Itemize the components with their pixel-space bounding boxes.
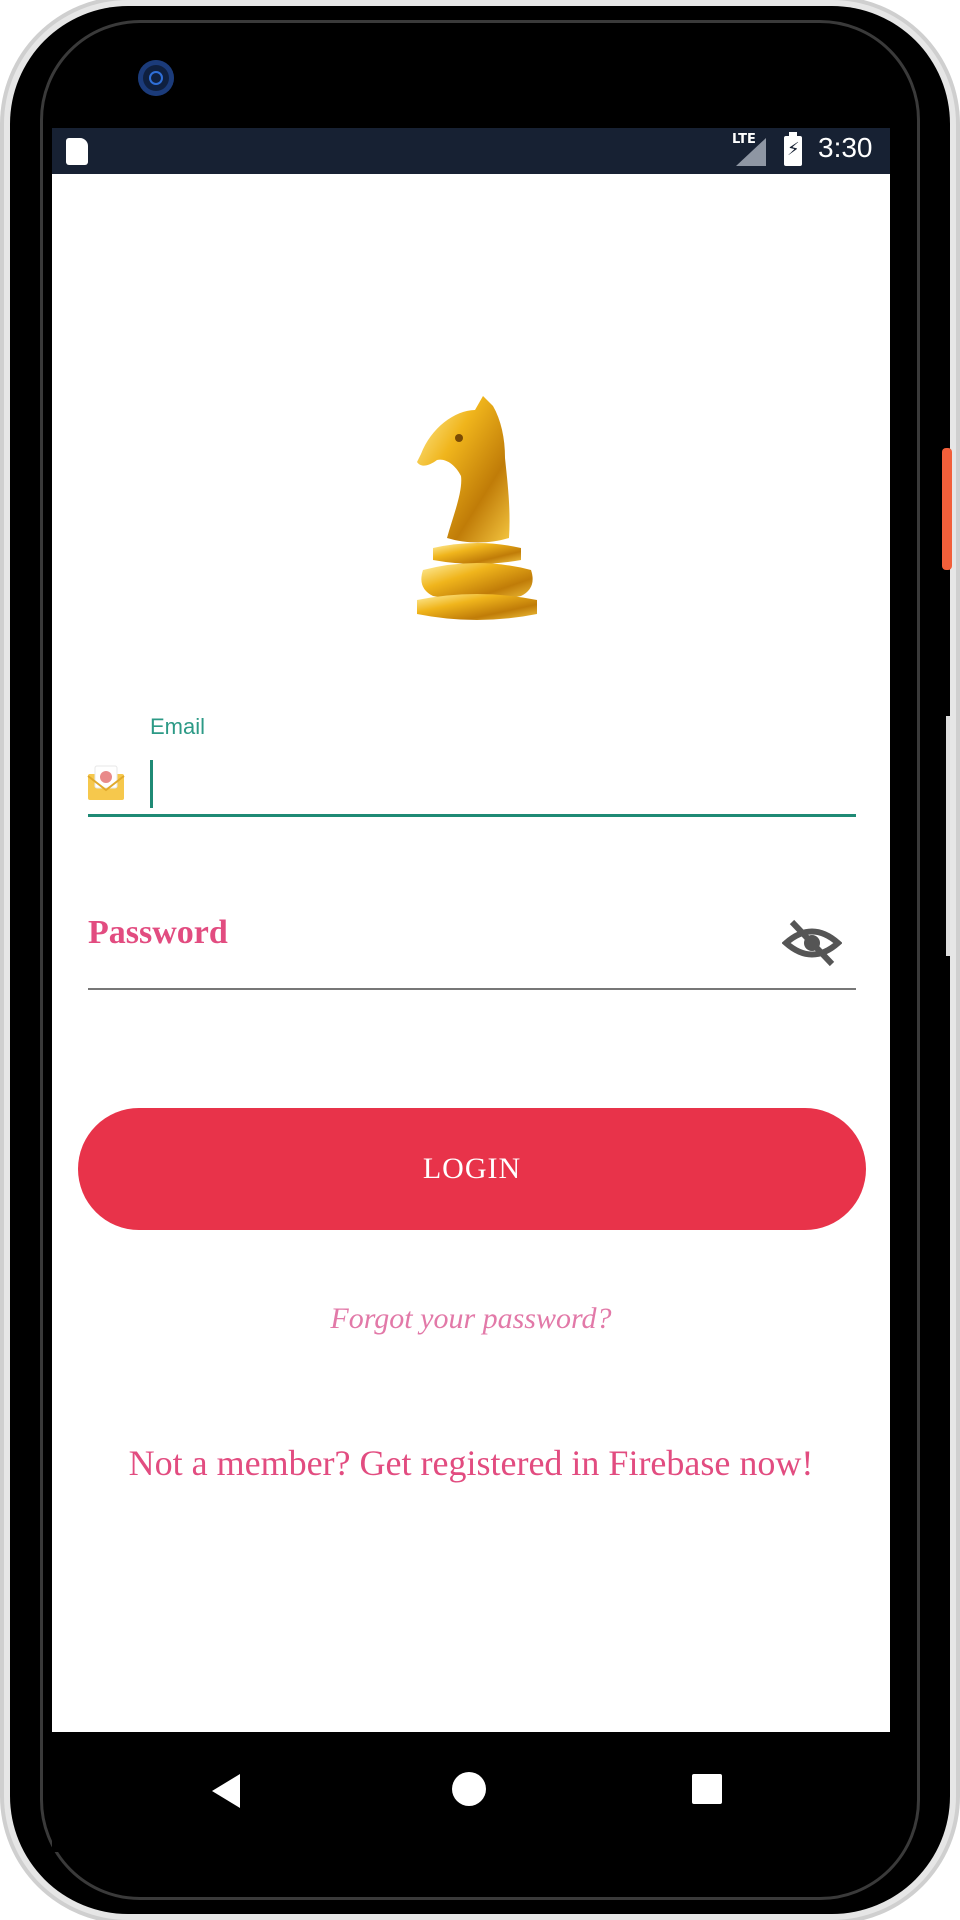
- volume-edge: [946, 716, 950, 956]
- navigation-bar: [52, 1732, 890, 1852]
- email-input[interactable]: [162, 760, 866, 810]
- app-screen: LTE ⚡ 3:30 Email Password LOGIN Forgot y…: [52, 128, 890, 1732]
- text-cursor: [150, 760, 153, 808]
- home-icon[interactable]: [452, 1772, 486, 1806]
- chess-knight-logo: [417, 396, 537, 620]
- envelope-icon: [87, 765, 125, 800]
- register-link[interactable]: Not a member? Get registered in Firebase…: [52, 1442, 890, 1484]
- status-bar: LTE ⚡ 3:30: [52, 128, 890, 174]
- email-underline: [88, 814, 856, 817]
- password-underline: [88, 988, 856, 990]
- sd-card-icon: [66, 138, 88, 165]
- visibility-off-icon[interactable]: [782, 918, 842, 968]
- front-camera: [138, 60, 174, 96]
- network-type: LTE: [732, 132, 756, 147]
- recents-icon[interactable]: [692, 1774, 722, 1804]
- status-time: 3:30: [818, 132, 873, 163]
- back-icon[interactable]: [212, 1774, 240, 1808]
- forgot-password-link[interactable]: Forgot your password?: [52, 1302, 890, 1336]
- email-label: Email: [150, 714, 206, 739]
- battery-charging-icon: ⚡: [784, 132, 802, 166]
- password-input[interactable]: [88, 904, 772, 966]
- power-button: [942, 448, 952, 570]
- login-button[interactable]: LOGIN: [78, 1108, 866, 1230]
